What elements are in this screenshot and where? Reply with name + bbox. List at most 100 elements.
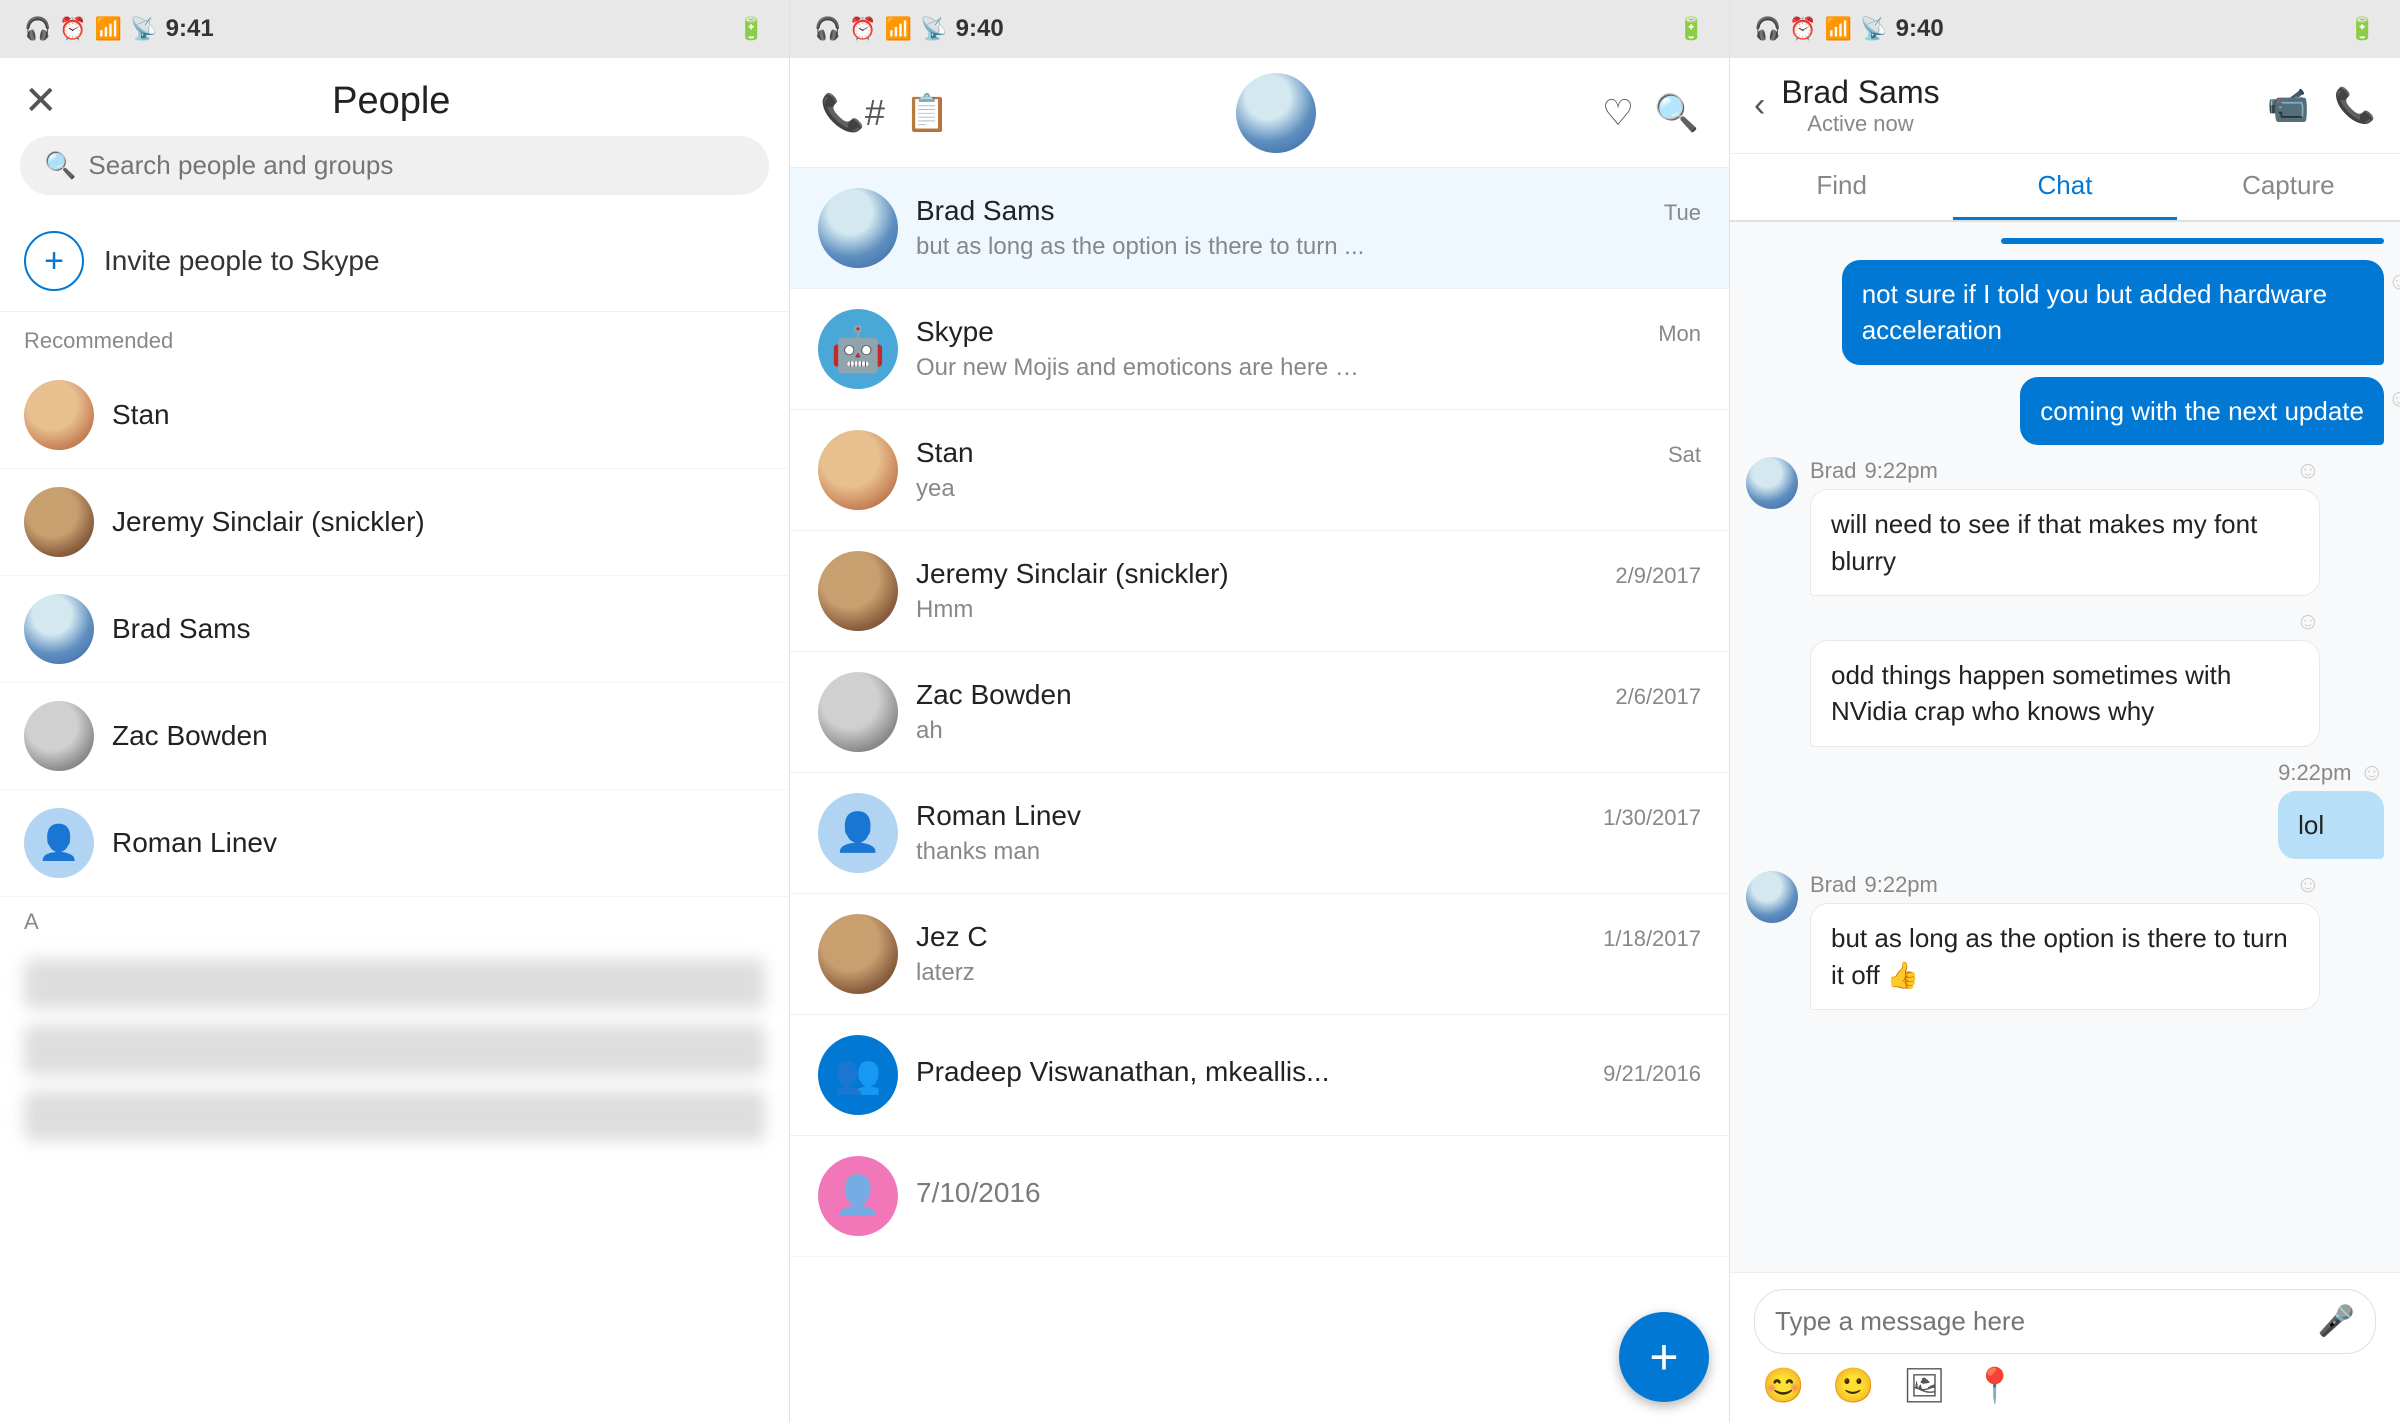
- toolbar-left-icons: 📞# 📋: [820, 92, 950, 134]
- emoji-react-lol[interactable]: ☺: [2359, 759, 2384, 787]
- conv-item-brad[interactable]: Brad Sams Tue but as long as the option …: [790, 168, 1729, 289]
- battery-icon-right: 🔋: [2349, 16, 2376, 42]
- search-bar[interactable]: 🔍: [20, 136, 769, 195]
- conv-item-roman[interactable]: 👤 Roman Linev 1/30/2017 thanks man: [790, 773, 1729, 894]
- mic-icon[interactable]: 🎤: [2318, 1304, 2355, 1339]
- msg-received-odd: ☺ odd things happen sometimes with NVidi…: [1746, 608, 2320, 747]
- chat-user-status: Active now: [1781, 111, 1939, 137]
- fab-button[interactable]: +: [1619, 1312, 1709, 1402]
- video-icon[interactable]: 📹: [2267, 86, 2309, 126]
- toolbar-right-icons: ♡ 🔍: [1602, 92, 1699, 134]
- conv-time-pradeep: 9/21/2016: [1603, 1061, 1701, 1087]
- chat-input-area: 🎤 😊 🙂 🖼 📍: [1730, 1272, 2400, 1422]
- conv-content-jeremy: Jeremy Sinclair (snickler) 2/9/2017 Hmm: [916, 558, 1701, 624]
- conv-preview-jeremy: Hmm: [916, 596, 1701, 624]
- image-button[interactable]: 🖼: [1903, 1366, 1946, 1406]
- conv-item-jezc[interactable]: Jez C 1/18/2017 laterz: [790, 894, 1729, 1015]
- msg-sender-brad-2: Brad: [1810, 872, 1856, 898]
- contact-item-brad[interactable]: Brad Sams: [0, 576, 789, 683]
- emoji-button[interactable]: 😊: [1762, 1366, 1804, 1406]
- contact-item-jeremy[interactable]: Jeremy Sinclair (snickler): [0, 469, 789, 576]
- alarm-icon: ⏰: [59, 16, 86, 42]
- wifi-icon-mid: 📶: [885, 16, 912, 42]
- signal-icon-right: 📡: [1860, 16, 1887, 42]
- tab-chat[interactable]: Chat: [1953, 154, 2176, 220]
- emoji-react-option[interactable]: ☺: [2296, 871, 2321, 899]
- conv-header-jeremy: Jeremy Sinclair (snickler) 2/9/2017: [916, 558, 1701, 590]
- sticker-button[interactable]: 🙂: [1832, 1366, 1874, 1406]
- conv-preview-zac: ah: [916, 717, 1701, 745]
- conv-name-stan: Stan: [916, 437, 974, 469]
- conv-item-jeremy[interactable]: Jeremy Sinclair (snickler) 2/9/2017 Hmm: [790, 531, 1729, 652]
- conv-content-jezc: Jez C 1/18/2017 laterz: [916, 921, 1701, 987]
- conv-item-skype[interactable]: 🤖 Skype Mon Our new Mojis and emoticons …: [790, 289, 1729, 410]
- emoji-react-font[interactable]: ☺: [2296, 457, 2321, 485]
- headphone-icon: 🎧: [24, 16, 51, 42]
- avatar-brad: [24, 594, 94, 664]
- back-button[interactable]: ‹: [1754, 86, 1765, 125]
- notes-icon[interactable]: 📋: [905, 92, 950, 134]
- blurred-item-2: [24, 1025, 765, 1075]
- conv-header-pradeep: Pradeep Viswanathan, mkeallis... 9/21/20…: [916, 1056, 1701, 1088]
- avatar-stan: [24, 380, 94, 450]
- conv-avatar-jeremy: [818, 551, 898, 631]
- emoji-react-hw[interactable]: ☺: [2387, 268, 2400, 296]
- invite-icon: +: [24, 231, 84, 291]
- conv-item-stan[interactable]: Stan Sat yea: [790, 410, 1729, 531]
- location-button[interactable]: 📍: [1974, 1366, 2016, 1406]
- conv-item-zac[interactable]: Zac Bowden 2/6/2017 ah: [790, 652, 1729, 773]
- conv-header-jezc: Jez C 1/18/2017: [916, 921, 1701, 953]
- msg-avatar-brad-1: [1746, 457, 1798, 509]
- msg-sent-lol: 9:22pm ☺ lol: [2278, 759, 2384, 859]
- conv-item-pradeep[interactable]: 👥 Pradeep Viswanathan, mkeallis... 9/21/…: [790, 1015, 1729, 1136]
- contact-name-brad: Brad Sams: [112, 613, 251, 645]
- middle-panel: 🎧 ⏰ 📶 📡 9:40 🔋 📞# 📋 ♡ 🔍 Brad S: [790, 0, 1730, 1422]
- toolbar-avatar[interactable]: [1236, 73, 1316, 153]
- invite-label: Invite people to Skype: [104, 245, 380, 277]
- msg-meta-font: Brad 9:22pm ☺: [1810, 457, 2320, 485]
- recommended-label: Recommended: [0, 312, 789, 362]
- battery-icon: 🔋: [738, 16, 765, 42]
- message-input[interactable]: [1775, 1306, 2318, 1337]
- conv-time-jezc: 1/18/2017: [1603, 926, 1701, 952]
- conv-avatar-skype: 🤖: [818, 309, 898, 389]
- tab-capture[interactable]: Capture: [2177, 154, 2400, 220]
- chat-tabs: Find Chat Capture: [1730, 154, 2400, 222]
- conv-content-pradeep: Pradeep Viswanathan, mkeallis... 9/21/20…: [916, 1056, 1701, 1094]
- emoji-react-odd[interactable]: ☺: [2296, 608, 2321, 636]
- contact-item-stan[interactable]: Stan: [0, 362, 789, 469]
- phone-icon[interactable]: 📞: [2334, 86, 2376, 126]
- msg-received-option: Brad 9:22pm ☺ but as long as the option …: [1746, 871, 2320, 1010]
- conv-avatar-pradeep: 👥: [818, 1035, 898, 1115]
- close-button[interactable]: ✕: [24, 78, 58, 124]
- heart-icon[interactable]: ♡: [1602, 92, 1634, 134]
- invite-row[interactable]: + Invite people to Skype: [0, 211, 789, 312]
- tab-find[interactable]: Find: [1730, 154, 1953, 220]
- msg-bubble-lol: lol: [2278, 791, 2384, 859]
- blurred-item-3: [24, 1091, 765, 1141]
- middle-toolbar: 📞# 📋 ♡ 🔍: [790, 58, 1729, 168]
- emoji-react-update[interactable]: ☺: [2387, 385, 2400, 413]
- conv-content-stan: Stan Sat yea: [916, 437, 1701, 503]
- chat-messages: not sure if I told you but added hardwar…: [1730, 222, 2400, 1272]
- contact-item-roman[interactable]: 👤 Roman Linev: [0, 790, 789, 897]
- conv-name-brad: Brad Sams: [916, 195, 1055, 227]
- right-status-icons: 🎧 ⏰ 📶 📡 9:40: [1754, 15, 1944, 43]
- chat-input-box[interactable]: 🎤: [1754, 1289, 2376, 1354]
- call-icon[interactable]: 📞#: [820, 92, 885, 134]
- msg-time-brad-1: 9:22pm: [1864, 458, 1937, 484]
- search-icon-mid[interactable]: 🔍: [1654, 92, 1699, 134]
- chat-header-right: 📹 📞: [2267, 86, 2376, 126]
- conv-time-skype: Mon: [1658, 321, 1701, 347]
- conv-name-skype: Skype: [916, 316, 994, 348]
- conv-preview-brad: but as long as the option is there to tu…: [916, 233, 1701, 261]
- right-statusbar: 🎧 ⏰ 📶 📡 9:40 🔋: [1730, 0, 2400, 58]
- lol-time: 9:22pm: [2278, 760, 2351, 786]
- conversation-area: Brad Sams Tue but as long as the option …: [790, 168, 1729, 1422]
- contact-item-zac[interactable]: Zac Bowden: [0, 683, 789, 790]
- search-input[interactable]: [88, 150, 745, 181]
- chat-header-left: ‹ Brad Sams Active now: [1754, 74, 1940, 137]
- conv-item-pink[interactable]: 👤 7/10/2016: [790, 1136, 1729, 1257]
- contact-name-zac: Zac Bowden: [112, 720, 268, 752]
- msg-sender-brad-1: Brad: [1810, 458, 1856, 484]
